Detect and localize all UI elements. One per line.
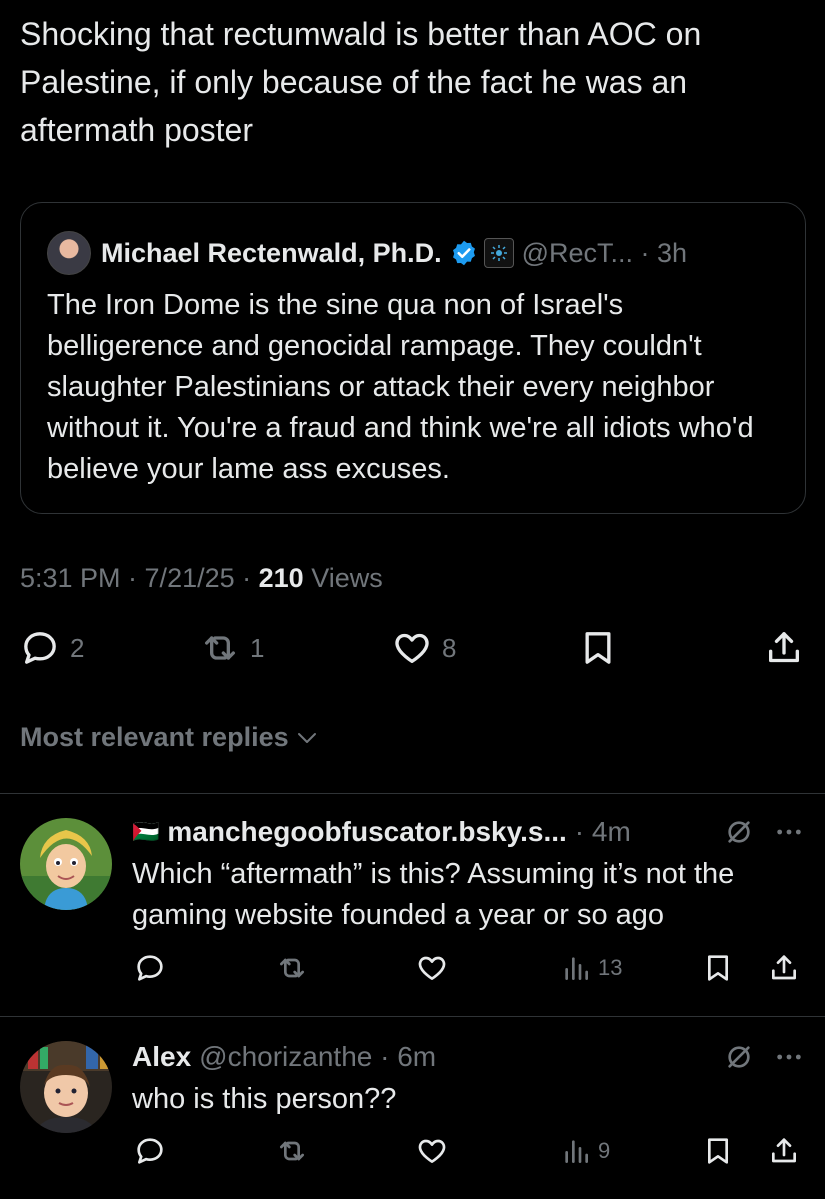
views-count: 13 — [598, 955, 623, 980]
reply-icon — [24, 632, 56, 664]
reply-text: Which “aftermath” is this? Assuming it’s… — [132, 858, 735, 931]
quoted-tweet-card[interactable]: Michael Rectenwald, Ph.D. @RecT... · 3h … — [20, 202, 806, 514]
tweet-time-date: 5:31 PM · 7/21/25 · — [20, 563, 259, 593]
like-button[interactable] — [416, 952, 448, 984]
reply-icon — [137, 955, 163, 981]
reply-handle-time: @chorizanthe · 6m — [199, 1041, 437, 1072]
views-count: 9 — [598, 1138, 611, 1163]
reply-author-name[interactable]: Alex — [132, 1041, 191, 1073]
share-icon — [772, 1138, 796, 1163]
affiliation-badge-icon — [483, 238, 514, 268]
tweet-text: Shocking that rectumwald is better than … — [20, 16, 702, 148]
reply-action-bar: 13 — [0, 952, 825, 992]
reply-header: Alex @chorizanthe · 6m — [132, 1037, 436, 1077]
reply-handle-time: · 4m — [574, 816, 631, 847]
views-label: Views — [303, 563, 383, 593]
reply-header: 🇵🇸 manchegoobfuscator.bsky.s... · 4m — [132, 812, 631, 852]
repost-button[interactable]: 1 — [200, 628, 264, 668]
quoted-handle-time: @RecT... · 3h — [521, 237, 688, 268]
like-count: 8 — [442, 632, 457, 663]
reply-top-actions — [723, 1041, 805, 1073]
share-button[interactable] — [768, 952, 800, 984]
sort-label: Most relevant replies — [20, 722, 289, 752]
reply-button[interactable] — [134, 1135, 166, 1167]
reply-author-name[interactable]: manchegoobfuscator.bsky.s... — [167, 816, 566, 848]
repost-icon — [280, 1141, 304, 1161]
repost-count: 1 — [250, 632, 265, 663]
bookmark-icon — [585, 632, 611, 664]
repost-icon — [280, 958, 304, 978]
bookmark-icon — [708, 1138, 728, 1164]
reply-count: 2 — [70, 632, 85, 663]
heart-icon — [418, 1139, 446, 1163]
views-count: 210 — [258, 563, 304, 593]
bookmark-button[interactable] — [702, 1135, 734, 1167]
share-button[interactable] — [768, 1135, 800, 1167]
reply-action-bar: 9 — [0, 1135, 825, 1175]
repost-button[interactable] — [276, 1135, 308, 1167]
like-button[interactable] — [416, 1135, 448, 1167]
reply-button[interactable] — [134, 952, 166, 984]
reply-text: who is this person?? — [132, 1083, 397, 1115]
reply-button[interactable]: 2 — [20, 628, 84, 668]
bookmark-icon — [708, 955, 728, 981]
analytics-icon — [565, 1140, 588, 1163]
verified-badge-icon — [452, 240, 475, 266]
views-button[interactable]: 9 — [560, 1135, 610, 1167]
share-icon — [769, 632, 799, 663]
replies-sort-dropdown[interactable]: Most relevant replies — [20, 722, 319, 753]
analytics-icon — [565, 957, 588, 980]
reply-icon — [137, 1138, 163, 1164]
reply-item[interactable]: Alex @chorizanthe · 6m who is this perso… — [0, 1017, 825, 1199]
bookmark-button[interactable] — [578, 628, 618, 668]
grok-icon[interactable] — [723, 1041, 755, 1073]
flag-icon: 🇵🇸 — [132, 819, 160, 844]
more-options-icon[interactable] — [773, 816, 805, 848]
quoted-tweet-header: Michael Rectenwald, Ph.D. @RecT... · 3h — [47, 231, 688, 275]
share-button[interactable] — [764, 628, 804, 668]
reply-item[interactable]: 🇵🇸 manchegoobfuscator.bsky.s... · 4m Whi… — [0, 794, 825, 1016]
chevron-down-icon — [297, 732, 316, 743]
reply-top-actions — [723, 816, 805, 848]
like-button[interactable]: 8 — [392, 628, 456, 668]
heart-icon — [395, 633, 429, 663]
tweet-action-bar: 2 1 8 — [0, 628, 825, 684]
quoted-tweet-body: The Iron Dome is the sine qua non of Isr… — [47, 289, 754, 485]
quoted-author-name[interactable]: Michael Rectenwald, Ph.D. — [101, 238, 442, 269]
views-button[interactable]: 13 — [560, 952, 622, 984]
heart-icon — [418, 956, 446, 980]
repost-icon — [205, 636, 235, 660]
tweet-meta: 5:31 PM · 7/21/25 · 210 Views — [20, 563, 383, 594]
quoted-author-avatar[interactable] — [47, 231, 91, 275]
bookmark-button[interactable] — [702, 952, 734, 984]
more-options-icon[interactable] — [773, 1041, 805, 1073]
repost-button[interactable] — [276, 952, 308, 984]
reply-avatar[interactable] — [20, 818, 112, 910]
grok-icon[interactable] — [723, 816, 755, 848]
share-icon — [772, 955, 796, 980]
reply-avatar[interactable] — [20, 1041, 112, 1133]
